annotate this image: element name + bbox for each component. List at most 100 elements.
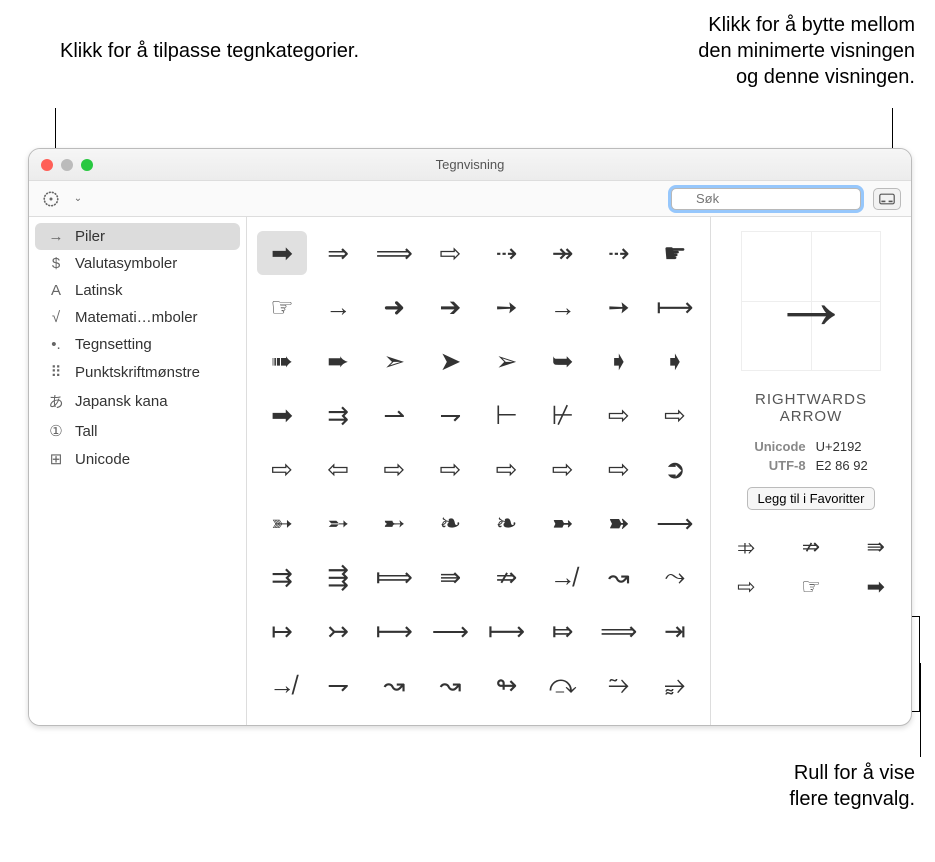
variant-cell[interactable]: ⇛ (850, 534, 901, 560)
character-cell[interactable]: ➙ (594, 285, 644, 329)
character-cell[interactable]: ↣ (313, 609, 363, 653)
character-cell[interactable]: ➸ (369, 501, 419, 545)
sidebar-item-math[interactable]: √Matemati…mboler (29, 304, 246, 331)
character-cell[interactable]: ⥵ (650, 663, 700, 707)
character-cell[interactable]: ⟼ (369, 609, 419, 653)
character-cell[interactable]: ➵ (313, 501, 363, 545)
character-cell[interactable]: ⟶ (650, 501, 700, 545)
character-cell[interactable]: ⇨ (538, 447, 588, 491)
character-cell[interactable]: ⇒ (313, 231, 363, 275)
character-cell[interactable]: ⇉ (313, 393, 363, 437)
character-cell[interactable]: ➽ (594, 501, 644, 545)
character-cell[interactable]: ⟾ (369, 555, 419, 599)
character-cell[interactable]: ⇀ (369, 393, 419, 437)
character-cell[interactable]: ➨ (313, 339, 363, 383)
character-cell[interactable]: ⇢ (425, 717, 475, 725)
variant-cell[interactable]: ⤃ (721, 534, 772, 560)
character-cell[interactable]: ➡ (257, 393, 307, 437)
character-cell[interactable]: ❧ (425, 501, 475, 545)
category-sidebar[interactable]: →Piler$ValutasymbolerALatinsk√Matemati…m… (29, 217, 247, 725)
character-cell[interactable]: ⤖ (482, 717, 532, 725)
character-cell[interactable]: ↠ (257, 717, 307, 725)
character-cell[interactable]: ⇨ (257, 447, 307, 491)
variant-cell[interactable]: ☞ (786, 574, 837, 600)
search-input[interactable] (671, 188, 861, 210)
character-cell[interactable]: ⟹ (594, 609, 644, 653)
sidebar-item-arrows[interactable]: →Piler (35, 223, 240, 250)
character-cell[interactable]: ↠ (538, 231, 588, 275)
character-cell[interactable]: ➣ (369, 339, 419, 383)
character-cell[interactable]: → (313, 285, 363, 329)
sidebar-item-punctuation[interactable]: •.Tegnsetting (29, 331, 246, 358)
character-cell[interactable]: ❧ (482, 501, 532, 545)
character-cell[interactable]: ➥ (538, 339, 588, 383)
character-cell[interactable]: ➲ (650, 447, 700, 491)
sidebar-item-currency[interactable]: $Valutasymboler (29, 250, 246, 277)
character-cell[interactable]: ⇁ (313, 663, 363, 707)
character-cell[interactable]: ⇨ (482, 447, 532, 491)
character-cell[interactable]: → (538, 285, 588, 329)
character-cell[interactable]: ⇥ (650, 609, 700, 653)
character-cell[interactable]: ↛ (257, 663, 307, 707)
character-cell[interactable]: ⇨ (369, 447, 419, 491)
character-cell[interactable]: ⇏ (482, 555, 532, 599)
character-cell[interactable]: ➳ (257, 501, 307, 545)
character-cell[interactable]: ☛ (650, 231, 700, 275)
character-cell[interactable]: ↬ (482, 663, 532, 707)
character-cell[interactable]: ➼ (538, 501, 588, 545)
character-cell[interactable]: ☞ (257, 285, 307, 329)
character-cell[interactable]: ⇦ (313, 447, 363, 491)
character-cell[interactable]: ➧ (650, 339, 700, 383)
character-cell[interactable]: ⇻ (313, 717, 363, 725)
character-cell[interactable]: ⥲ (594, 663, 644, 707)
character-cell[interactable]: ➠ (257, 339, 307, 383)
character-cell[interactable]: ↦ (257, 609, 307, 653)
character-cell[interactable]: ➡ (257, 231, 307, 275)
chevron-down-icon[interactable]: ⌄ (69, 189, 87, 209)
character-cell[interactable]: ⇨ (425, 231, 475, 275)
variant-cell[interactable]: ➡ (850, 574, 901, 600)
character-cell[interactable]: ↝ (425, 663, 475, 707)
character-cell[interactable]: ➙ (482, 285, 532, 329)
minimize-button[interactable] (61, 159, 73, 171)
character-cell[interactable]: ⇉ (257, 555, 307, 599)
character-cell[interactable]: ⟼ (482, 609, 532, 653)
character-cell[interactable]: ➢ (482, 339, 532, 383)
font-variants[interactable]: ⤃ ⇏ ⇛ ⇨ ☞ ➡ (721, 534, 901, 600)
character-cell[interactable]: ➔ (425, 285, 475, 329)
character-cell[interactable]: ⇶ (313, 555, 363, 599)
character-cell[interactable]: ⤳ (650, 555, 700, 599)
sidebar-item-kana[interactable]: あJapansk kana (29, 386, 246, 417)
character-cell[interactable]: ⤼ (538, 663, 588, 707)
sidebar-item-braille[interactable]: ⠿Punktskriftmønstre (29, 358, 246, 386)
character-cell[interactable]: ⤞ (594, 717, 644, 725)
character-cell[interactable]: ⇨ (594, 447, 644, 491)
character-grid-pane[interactable]: ➡⇒⟹⇨⇢↠⇢☛☞→➜➔➙→➙⟼➠➨➣➤➢➥➧➧➡⇉⇀⇁⊢⊬⇨⇨⇨⇦⇨⇨⇨⇨⇨➲… (247, 217, 711, 725)
character-cell[interactable]: ⇨ (425, 447, 475, 491)
character-cell[interactable]: ↝ (594, 555, 644, 599)
character-cell[interactable]: ⇢ (369, 717, 419, 725)
character-cell[interactable]: ↝ (369, 663, 419, 707)
character-cell[interactable]: ↛ (538, 555, 588, 599)
character-cell[interactable]: ⤠ (650, 717, 700, 725)
customize-categories-button[interactable] (39, 189, 63, 209)
sidebar-item-numbers[interactable]: ①Tall (29, 417, 246, 445)
character-cell[interactable]: ⟼ (650, 285, 700, 329)
character-cell[interactable]: ⤇ (538, 609, 588, 653)
sidebar-item-latin[interactable]: ALatinsk (29, 277, 246, 304)
sidebar-item-unicode[interactable]: ⊞Unicode (29, 445, 246, 473)
variant-cell[interactable]: ⇨ (721, 574, 772, 600)
add-to-favorites-button[interactable]: Legg til i Favoritter (747, 487, 876, 510)
maximize-button[interactable] (81, 159, 93, 171)
character-cell[interactable]: ⇢ (594, 231, 644, 275)
character-cell[interactable]: ⇨ (594, 393, 644, 437)
toggle-view-button[interactable] (873, 188, 901, 210)
variant-cell[interactable]: ⇏ (786, 534, 837, 560)
character-cell[interactable]: ⇛ (425, 555, 475, 599)
character-cell[interactable]: ➤ (425, 339, 475, 383)
character-cell[interactable]: ⟹ (369, 231, 419, 275)
character-cell[interactable]: ⇁ (425, 393, 475, 437)
character-cell[interactable]: ➧ (594, 339, 644, 383)
character-cell[interactable]: ⊢ (482, 393, 532, 437)
character-cell[interactable]: ⊬ (538, 393, 588, 437)
